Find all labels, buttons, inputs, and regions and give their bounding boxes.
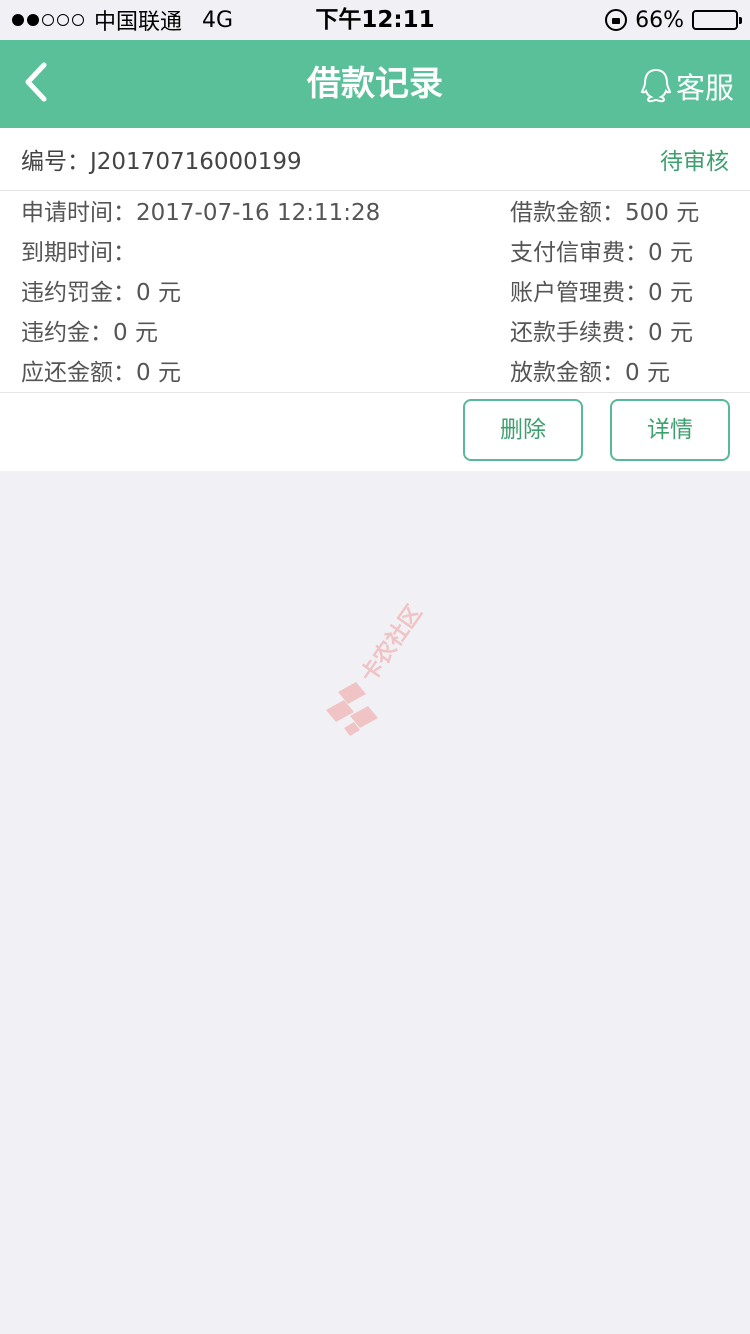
account-management-fee: 账户管理费：0 元: [510, 280, 693, 306]
delete-button[interactable]: 删除: [463, 399, 583, 461]
apply-time: 申请时间：2017-07-16 12:11:28: [21, 200, 381, 226]
loan-record-card: 编号：J20170716000199 待审核 申请时间：2017-07-16 1…: [0, 128, 750, 471]
page-title: 借款记录: [307, 64, 443, 104]
repayment-fee: 还款手续费：0 元: [510, 320, 693, 346]
service-label: 客服: [675, 71, 734, 105]
status-badge: 待审核: [660, 149, 729, 175]
credit-review-fee: 支付信审费：0 元: [510, 240, 693, 266]
info-row: 到期时间： 支付信审费：0 元: [0, 233, 750, 273]
info-row: 违约金：0 元 还款手续费：0 元: [0, 313, 750, 353]
info-row: 申请时间：2017-07-16 12:11:28 借款金额：500 元: [0, 193, 750, 233]
record-header: 编号：J20170716000199 待审核: [0, 128, 750, 191]
watermark-logo: 卡农社区: [326, 600, 428, 736]
qq-icon: [640, 68, 672, 103]
amount-due: 应还金额：0 元: [21, 360, 181, 386]
disbursed-amount: 放款金额：0 元: [510, 360, 670, 386]
penalty-fine: 违约罚金：0 元: [21, 280, 181, 306]
record-details: 申请时间：2017-07-16 12:11:28 借款金额：500 元 到期时间…: [0, 191, 750, 393]
detail-button[interactable]: 详情: [610, 399, 730, 461]
info-row: 应还金额：0 元 放款金额：0 元: [0, 353, 750, 393]
info-row: 违约罚金：0 元 账户管理费：0 元: [0, 273, 750, 313]
record-number: 编号：J20170716000199: [21, 149, 302, 175]
status-right: 66%: [605, 0, 742, 40]
record-actions: 删除 详情: [0, 393, 750, 471]
due-time: 到期时间：: [21, 240, 136, 266]
navigation-bar: 借款记录 客服: [0, 40, 750, 128]
customer-service-button[interactable]: 客服: [640, 64, 734, 108]
loan-amount: 借款金额：500 元: [510, 200, 700, 226]
watermark-text: 卡农社区: [356, 600, 428, 687]
battery-percent: 66%: [635, 7, 684, 33]
battery-icon: [692, 10, 742, 30]
default-fee: 违约金：0 元: [21, 320, 158, 346]
rotation-lock-icon: [605, 9, 628, 31]
status-bar: 中国联通 4G 下午12:11 66%: [0, 0, 750, 40]
